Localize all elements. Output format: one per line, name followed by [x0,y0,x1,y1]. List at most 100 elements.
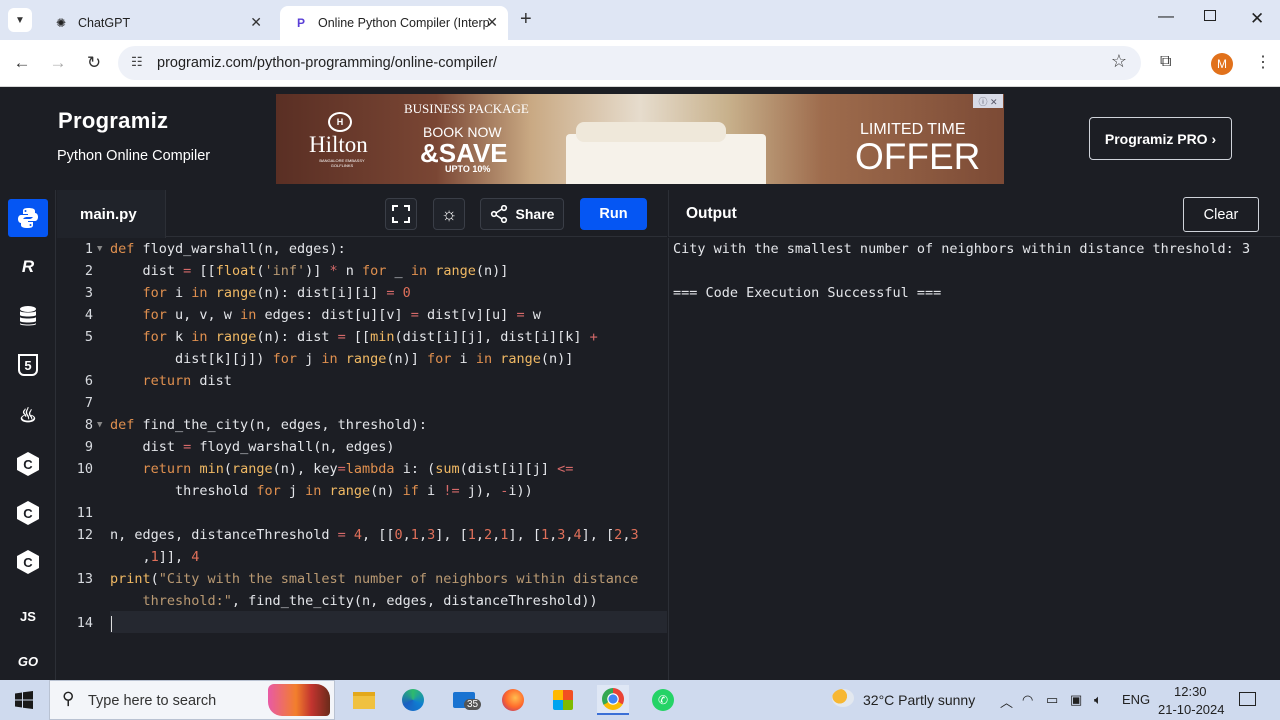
tab-programiz[interactable]: P Online Python Compiler (Interp ✕ [280,6,508,40]
line-number: 1 [84,241,93,257]
active-line-highlight [110,611,667,633]
bookmark-star-icon[interactable]: ☆ [1111,51,1127,72]
code-line: dist[k][j]) for j in range(n)] for i in … [110,351,574,367]
ad-pillows-image [576,122,726,142]
display-icon[interactable]: ▣ [1070,692,1082,708]
share-button[interactable]: Share [480,198,564,230]
tab-chatgpt[interactable]: ✺ ChatGPT ✕ [40,6,272,40]
firefox-icon[interactable] [497,685,529,715]
windows-start-icon[interactable] [15,691,33,709]
line-number: 9 [84,439,93,455]
microsoft-store-icon[interactable] [547,685,579,715]
minimize-icon[interactable]: — [1158,8,1174,26]
advertisement-banner[interactable]: H Hilton BANGALORE EMBASSY GOLFLINKS BUS… [276,94,1004,184]
code-editor[interactable]: 1 2 3 4 5 6 7 8 9 10 11 12 13 14 ▼ ▼ def… [57,238,667,680]
sql-database-icon[interactable] [8,297,48,335]
restore-icon[interactable] [1204,10,1216,21]
programiz-pro-button[interactable]: Programiz PRO › [1089,117,1232,160]
volume-icon[interactable]: 🔈︎ [1094,692,1102,708]
language-indicator[interactable]: ENG [1122,692,1150,707]
edge-browser-icon[interactable] [397,685,429,715]
close-window-icon[interactable]: ✕ [1250,9,1264,29]
line-number: 8 [84,417,93,433]
site-info-icon[interactable]: ☷ [131,54,143,70]
language-sidebar: R 5 ♨ C C C JS GO [0,190,56,680]
notifications-icon[interactable] [1239,692,1256,706]
network-icon[interactable]: ◠ [1022,692,1033,708]
forward-icon[interactable]: → [47,52,69,74]
csharp-language-icon[interactable]: C [8,543,48,581]
fullscreen-icon [392,205,410,223]
sun-icon: ☼ [440,203,458,224]
line-number: 5 [84,329,93,345]
text-cursor [111,616,112,632]
line-number: 12 [76,527,93,543]
tab-title: Online Python Compiler (Interp [318,16,490,30]
code-line: for i in range(n): dist[i][i] = 0 [142,285,411,301]
profile-avatar[interactable]: M [1211,53,1233,75]
theme-toggle-button[interactable]: ☼ [433,198,465,230]
clear-button[interactable]: Clear [1183,197,1259,232]
file-explorer-icon[interactable] [348,685,380,715]
weather-icon [832,689,854,707]
output-panel: City with the smallest number of neighbo… [668,238,1280,680]
code-line: for u, v, w in edges: dist[u][v] = dist[… [142,307,541,323]
tray-chevron-icon[interactable]: ︿ [1000,692,1013,711]
javascript-icon[interactable]: JS [8,597,48,635]
tab-search-dropdown-icon[interactable]: ▼ [8,8,32,32]
whatsapp-icon[interactable]: ✆ [647,685,679,715]
weather-text[interactable]: 32°C Partly sunny [863,692,975,708]
line-number: 13 [76,571,93,587]
mail-icon[interactable]: 35 [448,685,482,715]
clock-date[interactable]: 21-10-2024 [1158,702,1225,717]
chrome-icon[interactable] [597,685,629,715]
battery-icon[interactable]: ▭ [1046,692,1058,708]
code-line: def find_the_city(n, edges, threshold): [110,417,427,433]
html5-icon[interactable]: 5 [8,346,48,384]
output-line: === Code Execution Successful === [673,285,942,301]
fold-arrow-icon[interactable]: ▼ [97,420,102,430]
line-number: 4 [84,307,93,323]
page-subtitle: Python Online Compiler [57,148,211,164]
mail-badge: 35 [464,699,482,710]
search-placeholder: Type here to search [88,693,217,709]
code-line: print("City with the smallest number of … [110,571,639,587]
close-tab-icon[interactable]: ✕ [486,14,498,31]
file-tab-main-py[interactable]: main.py [57,190,166,238]
cpp-label: C [17,501,39,525]
c-language-icon[interactable]: C [8,445,48,483]
back-icon[interactable]: ← [11,52,33,74]
ad-choices-icon[interactable]: ⓘ ✕ [973,94,1003,108]
ad-headline: BUSINESS PACKAGE [404,101,529,116]
fold-arrow-icon[interactable]: ▼ [97,244,102,254]
url-text[interactable]: programiz.com/python-programming/online-… [157,55,497,71]
fullscreen-button[interactable] [385,198,417,230]
browser-menu-icon[interactable]: ⋮ [1255,52,1271,72]
hilton-logo-icon: H [328,112,352,132]
cpp-language-icon[interactable]: C [8,494,48,532]
profile-initial: M [1217,57,1227,71]
python-icon[interactable] [8,199,48,237]
close-tab-icon[interactable]: ✕ [250,14,262,31]
line-number: 14 [76,615,93,631]
code-line: return dist [142,373,232,389]
html5-label: 5 [18,354,38,376]
r-language-icon[interactable]: R [8,248,48,286]
clock-time[interactable]: 12:30 [1174,684,1207,699]
code-line: ,1]], 4 [110,549,200,565]
new-tab-icon[interactable]: + [520,8,532,31]
programiz-logo[interactable]: Programiz [58,108,168,134]
go-language-icon[interactable]: GO [8,642,48,680]
code-line: dist = floyd_warshall(n, edges) [110,439,395,455]
extensions-icon[interactable]: ⧉ [1160,53,1171,71]
c-label: C [17,452,39,476]
code-line: for k in range(n): dist = [[min(dist[i][… [142,329,598,345]
taskbar-search-box[interactable]: ⚲ Type here to search [49,680,335,720]
search-icon: ⚲ [62,689,75,708]
reload-icon[interactable]: ↻ [83,52,105,74]
tab-title: ChatGPT [78,16,131,30]
browser-tab-bar: ▼ ✺ ChatGPT ✕ P Online Python Compiler (… [0,0,1280,40]
omnibox[interactable]: ☷ programiz.com/python-programming/onlin… [118,46,1141,80]
java-icon[interactable]: ♨ [8,396,48,434]
run-button[interactable]: Run [580,198,647,230]
